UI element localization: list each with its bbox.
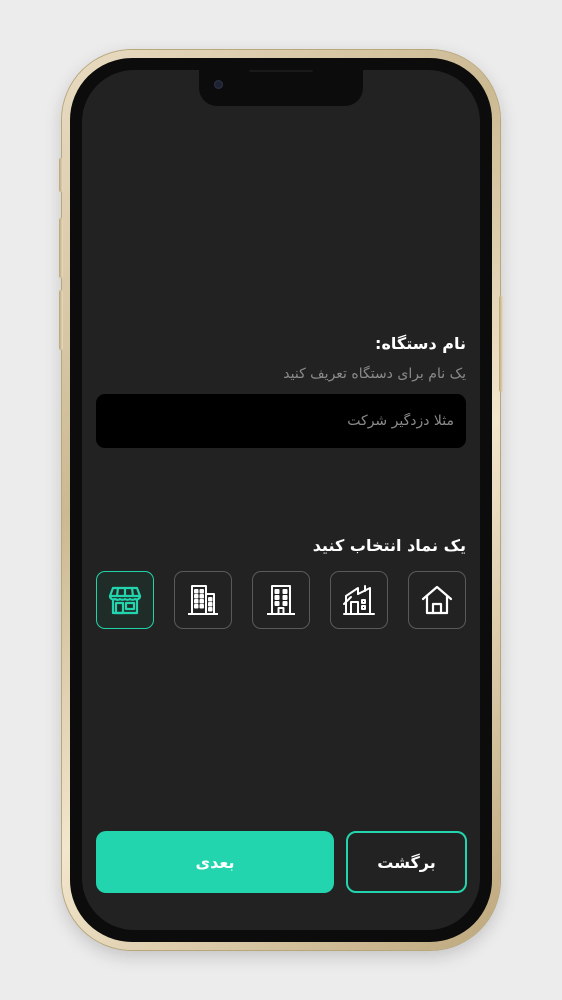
- phone-volume-down-button: [59, 290, 63, 350]
- phone-side-button: [59, 158, 63, 192]
- factory-icon: [343, 585, 375, 615]
- symbol-picker-title: یک نماد انتخاب کنید: [312, 536, 466, 555]
- office-building-icon: [267, 585, 295, 615]
- next-button[interactable]: بعدی: [96, 831, 334, 893]
- symbol-option-office[interactable]: [252, 571, 310, 629]
- phone-volume-up-button: [59, 218, 63, 278]
- symbol-picker: [96, 571, 466, 631]
- phone-frame: نام دستگاه: یک نام برای دستگاه تعریف کنی…: [59, 50, 503, 950]
- symbol-option-store[interactable]: [96, 571, 154, 629]
- symbol-option-factory[interactable]: [330, 571, 388, 629]
- house-icon: [421, 585, 453, 615]
- apartment-building-icon: [188, 585, 218, 615]
- back-button[interactable]: برگشت: [346, 831, 467, 893]
- phone-power-button: [499, 296, 503, 392]
- phone-screen: نام دستگاه: یک نام برای دستگاه تعریف کنی…: [82, 70, 480, 930]
- symbol-option-house[interactable]: [408, 571, 466, 629]
- device-name-title: نام دستگاه:: [375, 334, 466, 353]
- speaker-grille: [249, 70, 313, 72]
- store-icon: [108, 586, 142, 615]
- front-camera-icon: [214, 80, 223, 89]
- device-name-subtitle: یک نام برای دستگاه تعریف کنید: [283, 366, 466, 382]
- symbol-option-apartment[interactable]: [174, 571, 232, 629]
- notch: [199, 70, 363, 106]
- device-name-input[interactable]: [96, 394, 466, 448]
